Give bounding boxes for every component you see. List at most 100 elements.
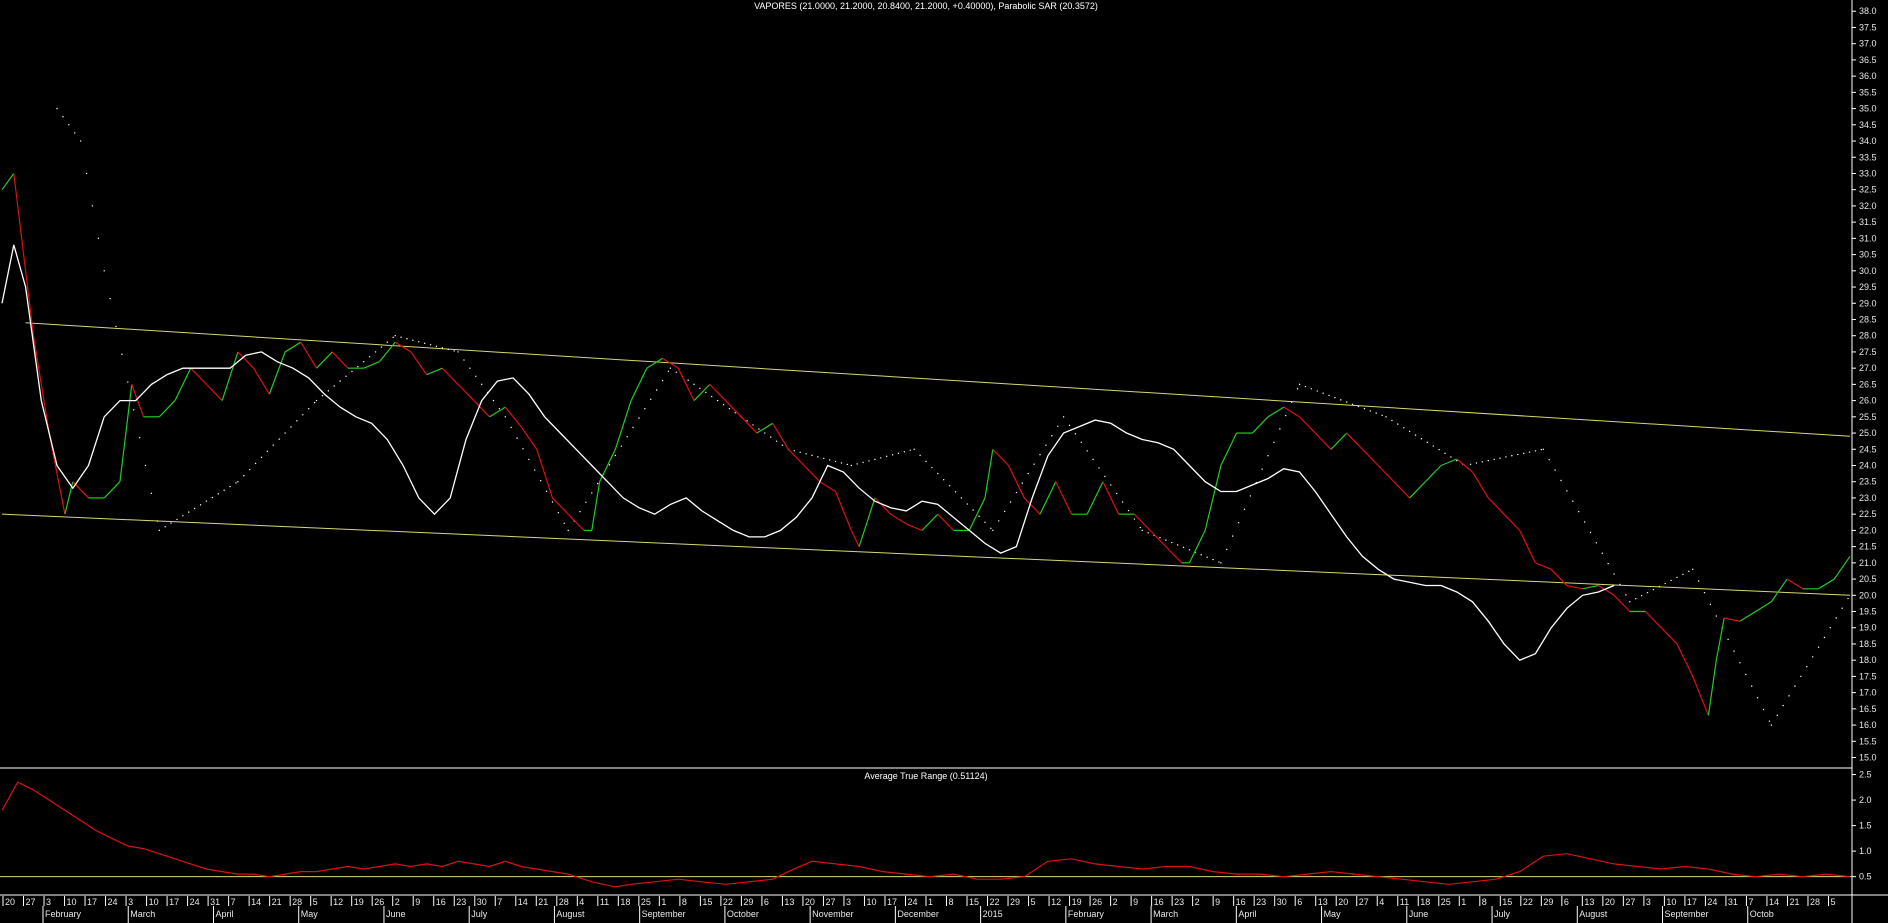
y-tick-label: 33.0 xyxy=(1859,168,1877,178)
sar-dot xyxy=(182,515,184,517)
x-day-label: 28 xyxy=(559,897,569,907)
sar-dot xyxy=(937,472,939,475)
sar-dot xyxy=(1068,424,1071,427)
x-month-label: Octob xyxy=(1750,909,1774,919)
sar-dot xyxy=(435,345,438,348)
sar-dot xyxy=(655,389,658,391)
sar-dot xyxy=(626,436,628,438)
sar-dot xyxy=(1607,562,1609,565)
sar-dot xyxy=(394,335,396,337)
sar-dot xyxy=(223,489,225,491)
sar-dot xyxy=(1601,552,1603,554)
sar-dot xyxy=(1762,708,1765,711)
sar-dot xyxy=(711,395,713,398)
stock-chart: VAPORES (21.0000, 21.2000, 20.8400, 21.2… xyxy=(0,0,1888,923)
x-day-label: 28 xyxy=(292,897,302,907)
sar-dot xyxy=(266,450,269,452)
sar-dot xyxy=(705,391,707,394)
sar-dot xyxy=(121,353,123,355)
sar-dot xyxy=(781,444,784,446)
sar-dot xyxy=(1770,724,1773,726)
sar-dot xyxy=(1414,434,1417,436)
x-day-label: 27 xyxy=(1625,897,1635,907)
sar-dot xyxy=(237,481,239,483)
sar-dot xyxy=(68,124,70,126)
sar-dot xyxy=(1249,495,1252,497)
sar-dot xyxy=(614,454,617,457)
sar-dot xyxy=(1296,388,1299,390)
sar-dot xyxy=(990,527,992,530)
x-day-label: 24 xyxy=(108,897,118,907)
x-day-label: 5 xyxy=(313,897,318,907)
sar-dot xyxy=(1334,396,1336,399)
sar-dot xyxy=(278,438,280,440)
sar-dot xyxy=(510,426,512,429)
sar-dot xyxy=(1847,597,1849,600)
sar-dot xyxy=(1715,615,1718,617)
y-tick-label: 31.5 xyxy=(1859,217,1877,227)
sar-dot xyxy=(840,462,843,464)
sar-dot xyxy=(1021,482,1024,484)
x-day-label: 19 xyxy=(354,897,364,907)
x-day-label: 1 xyxy=(928,897,933,907)
x-month-label: June xyxy=(386,909,406,919)
y-tick-label: 21.5 xyxy=(1859,542,1877,552)
x-day-label: 17 xyxy=(87,897,97,907)
x-day-label: 6 xyxy=(1564,897,1569,907)
x-day-label: 2 xyxy=(395,897,400,907)
sar-dot xyxy=(891,454,894,456)
sar-dot xyxy=(1426,441,1429,444)
x-month-label: April xyxy=(1238,909,1256,919)
sar-dot xyxy=(693,383,695,386)
x-day-label: 22 xyxy=(723,897,733,907)
x-day-label: 13 xyxy=(1318,897,1328,907)
sar-dot xyxy=(1703,591,1706,594)
x-day-label: 25 xyxy=(1441,897,1451,907)
sar-dot xyxy=(1051,435,1053,437)
y-tick-label: 36.0 xyxy=(1859,71,1877,81)
sar-dot xyxy=(235,482,237,484)
x-day-label: 11 xyxy=(1400,897,1409,907)
sar-dot xyxy=(909,449,911,451)
sar-dot xyxy=(475,375,477,377)
sar-dot xyxy=(429,344,432,346)
y-tick-label: 20.0 xyxy=(1859,590,1877,600)
sar-dot xyxy=(823,457,825,460)
sar-dot xyxy=(1635,598,1637,600)
x-day-label: 17 xyxy=(887,897,897,907)
sar-dot xyxy=(539,480,542,482)
sar-dot xyxy=(1481,461,1484,463)
sar-dot xyxy=(1310,388,1313,390)
y-tick-label: 21.0 xyxy=(1859,558,1877,568)
x-day-label: 22 xyxy=(1523,897,1533,907)
sar-dot xyxy=(885,455,888,458)
x-month-label: August xyxy=(556,909,585,919)
sar-dot xyxy=(650,398,652,401)
x-day-label: 24 xyxy=(1707,897,1717,907)
sar-dot xyxy=(775,440,778,442)
sar-dot xyxy=(1432,445,1434,447)
y-tick-label: 23.0 xyxy=(1859,493,1877,503)
sar-dot xyxy=(1511,455,1513,457)
y-tick-label: 19.5 xyxy=(1859,607,1877,617)
sar-dot xyxy=(1408,430,1411,433)
sar-dot xyxy=(868,460,870,462)
sar-dot xyxy=(687,379,689,382)
sar-dot xyxy=(176,518,178,521)
sar-dot xyxy=(492,399,495,402)
x-day-label: 16 xyxy=(1154,897,1164,907)
x-day-label: 27 xyxy=(1359,897,1369,907)
sar-dot xyxy=(811,454,813,457)
sar-dot xyxy=(463,359,465,361)
sar-dot xyxy=(62,115,64,118)
sar-dot xyxy=(188,511,190,513)
sar-dot xyxy=(1074,433,1077,435)
sar-dot xyxy=(828,459,831,461)
x-day-label: 14 xyxy=(1769,897,1779,907)
sar-dot xyxy=(805,453,807,455)
sar-dot xyxy=(1171,541,1173,544)
chart-background xyxy=(0,0,1888,923)
sar-dot xyxy=(972,509,974,511)
y-tick-label: 29.0 xyxy=(1859,298,1877,308)
x-day-label: 12 xyxy=(1051,897,1061,907)
